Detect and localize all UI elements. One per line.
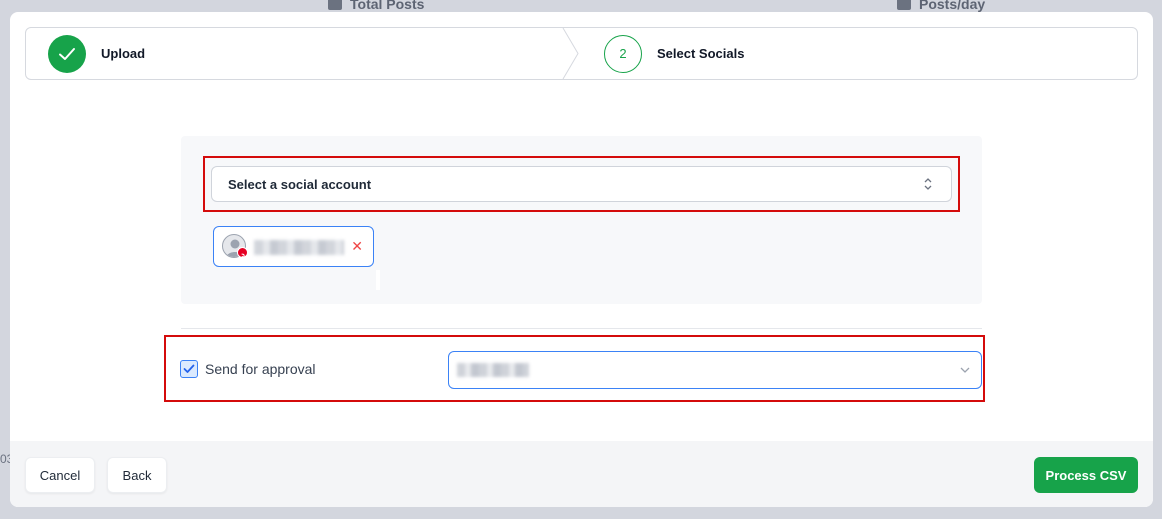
section-divider <box>181 328 982 329</box>
modal-footer: Cancel Back Process CSV <box>10 441 1153 507</box>
step-number: 2 <box>604 34 642 73</box>
step-select-socials-label: Select Socials <box>657 46 745 61</box>
step-upload-label: Upload <box>101 46 146 61</box>
back-button[interactable]: Back <box>107 457 167 493</box>
highlight-box-social-select <box>203 156 960 212</box>
highlight-box-approval <box>164 335 985 402</box>
stepper: Upload 2 Select Socials <box>25 27 1138 80</box>
account-name-redacted <box>254 240 344 255</box>
cancel-button[interactable]: Cancel <box>25 457 95 493</box>
process-csv-button[interactable]: Process CSV <box>1034 457 1138 493</box>
step-done-indicator <box>48 34 86 73</box>
pinterest-icon <box>237 247 248 261</box>
calendar-icon <box>897 0 911 10</box>
step-divider-chevron <box>562 28 579 79</box>
step-upload[interactable]: Upload <box>48 28 145 79</box>
panel-artifact <box>376 270 380 290</box>
remove-account-icon[interactable]: ✕ <box>351 238 363 255</box>
csv-import-modal: Upload 2 Select Socials Select a social … <box>10 12 1153 507</box>
database-icon <box>328 0 342 10</box>
pinterest-p-glyph <box>241 253 245 261</box>
step-select-socials[interactable]: 2 Select Socials <box>604 28 744 79</box>
selected-account-chip: ✕ <box>213 226 374 267</box>
checkmark-icon <box>59 47 75 60</box>
